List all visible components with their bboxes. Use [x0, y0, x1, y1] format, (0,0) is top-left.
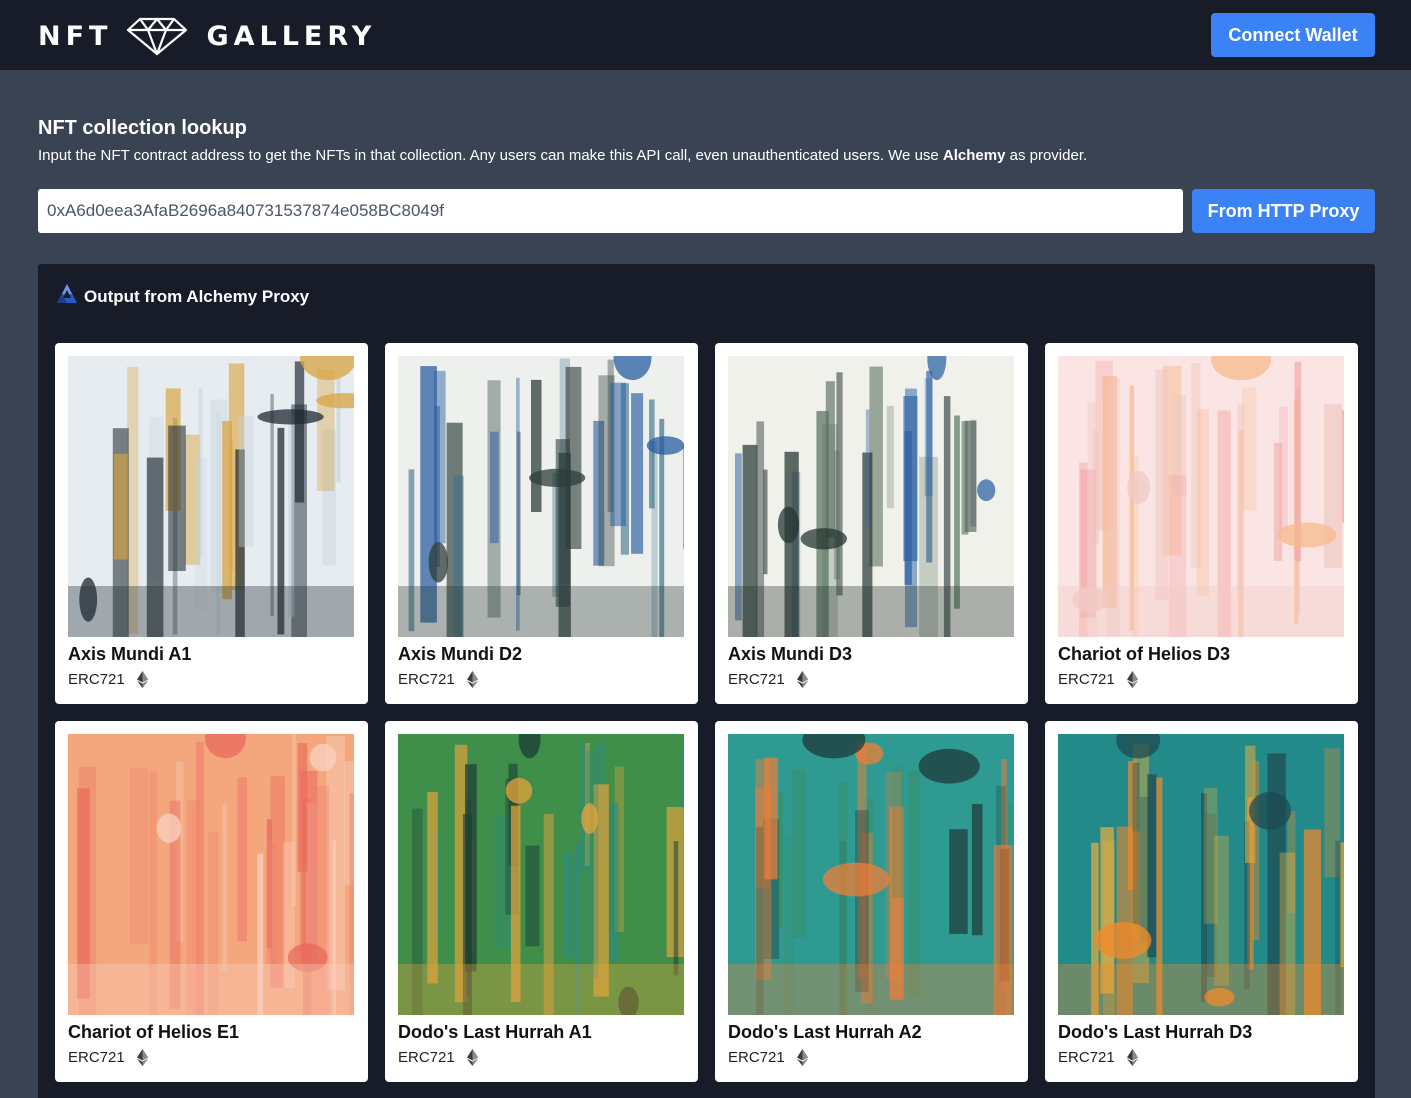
nft-gallery-logo[interactable]: NFT GALLERY: [38, 16, 376, 56]
nft-card[interactable]: Dodo's Last Hurrah D3 ERC721: [1045, 721, 1358, 1082]
token-standard: ERC721: [1058, 1049, 1115, 1066]
nft-card[interactable]: Dodo's Last Hurrah A2 ERC721: [715, 721, 1028, 1082]
ethereum-icon: [796, 1049, 808, 1066]
description-text-post: as provider.: [1005, 147, 1088, 164]
nft-meta: ERC721: [398, 1049, 478, 1066]
nft-name: Axis Mundi D2: [398, 644, 523, 664]
output-title: Output from Alchemy Proxy: [84, 286, 310, 306]
ethereum-icon: [136, 671, 148, 688]
token-standard: ERC721: [398, 1049, 455, 1066]
nft-card[interactable]: Dodo's Last Hurrah A1 ERC721: [385, 721, 698, 1082]
nft-meta: ERC721: [1058, 671, 1138, 688]
nft-card[interactable]: Chariot of Helios D3 ERC721: [1045, 343, 1358, 704]
nft-meta: ERC721: [728, 671, 808, 688]
ethereum-icon: [466, 671, 478, 688]
nft-artwork-image: [1058, 356, 1344, 637]
ethereum-icon: [1126, 1049, 1138, 1066]
provider-name: Alchemy: [942, 147, 1006, 164]
ethereum-icon: [796, 671, 808, 688]
logo-text-left: NFT: [38, 20, 113, 52]
top-navigation-bar: NFT GALLERY Connect Wallet: [0, 0, 1411, 70]
lookup-description: Input the NFT contract address to get th…: [38, 147, 1378, 164]
token-standard: ERC721: [398, 671, 455, 688]
diamond-icon: [126, 16, 188, 56]
nft-meta: ERC721: [728, 1049, 808, 1066]
nft-artwork-image: [728, 356, 1014, 637]
contract-address-value: 0xA6d0eea3AfaB2696a840731537874e058BC804…: [47, 201, 445, 220]
nft-name: Chariot of Helios E1: [68, 1022, 240, 1042]
nft-name: Axis Mundi A1: [68, 644, 192, 664]
token-standard: ERC721: [728, 1049, 785, 1066]
output-header: Output from Alchemy Proxy: [56, 283, 309, 310]
nft-artwork-image: [68, 734, 354, 1015]
nft-artwork-image: [68, 356, 354, 637]
nft-card[interactable]: Axis Mundi A1 ERC721: [55, 343, 368, 704]
from-http-proxy-button[interactable]: From HTTP Proxy: [1192, 189, 1375, 233]
nft-artwork-image: [398, 734, 684, 1015]
nft-meta: ERC721: [68, 1049, 148, 1066]
nft-meta: ERC721: [398, 671, 478, 688]
token-standard: ERC721: [68, 1049, 125, 1066]
nft-artwork-image: [728, 734, 1014, 1015]
nft-artwork-image: [1058, 734, 1344, 1015]
connect-wallet-button[interactable]: Connect Wallet: [1211, 13, 1375, 57]
contract-address-input[interactable]: 0xA6d0eea3AfaB2696a840731537874e058BC804…: [38, 189, 1183, 233]
nft-card[interactable]: Chariot of Helios E1 ERC721: [55, 721, 368, 1082]
description-text-pre: Input the NFT contract address to get th…: [38, 147, 943, 164]
token-standard: ERC721: [1058, 671, 1115, 688]
nft-meta: ERC721: [1058, 1049, 1138, 1066]
nft-card[interactable]: Axis Mundi D3 ERC721: [715, 343, 1028, 704]
nft-meta: ERC721: [68, 671, 148, 688]
token-standard: ERC721: [68, 671, 125, 688]
output-panel: Output from Alchemy Proxy Axis Mundi A1 E…: [38, 264, 1375, 1098]
nft-name: Dodo's Last Hurrah D3: [1058, 1022, 1253, 1042]
nft-artwork-image: [398, 356, 684, 637]
token-standard: ERC721: [728, 671, 785, 688]
nft-name: Dodo's Last Hurrah A2: [728, 1022, 922, 1042]
alchemy-logo-icon: [56, 283, 78, 310]
ethereum-icon: [136, 1049, 148, 1066]
ethereum-icon: [466, 1049, 478, 1066]
logo-text-right: GALLERY: [206, 20, 377, 52]
ethereum-icon: [1126, 671, 1138, 688]
nft-name: Dodo's Last Hurrah A1: [398, 1022, 592, 1042]
nft-name: Chariot of Helios D3: [1058, 644, 1231, 664]
lookup-title: NFT collection lookup: [38, 117, 247, 139]
nft-name: Axis Mundi D3: [728, 644, 853, 664]
nft-card-grid: Axis Mundi A1 ERC721 Axis Mundi D2 ERC721 Ax…: [55, 343, 1358, 1082]
nft-card[interactable]: Axis Mundi D2 ERC721: [385, 343, 698, 704]
